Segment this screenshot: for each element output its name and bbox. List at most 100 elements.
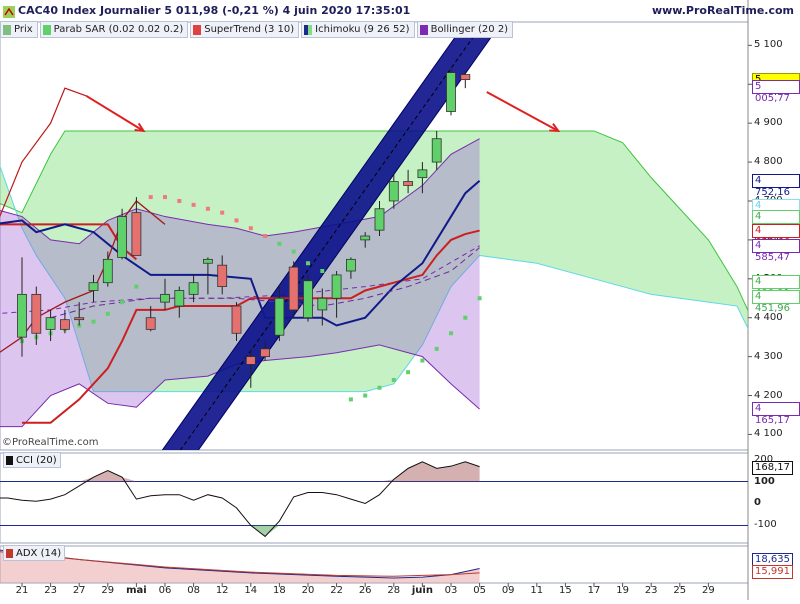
price-tick-label: 4 800 [754,156,783,168]
legend-item-supertrend[interactable]: SuperTrend (3 10) [190,21,300,38]
date-tick-label: 06 [158,585,172,596]
cci-panel-title[interactable]: CCI (20) [3,452,61,468]
cci-value-tag: 168,17 [752,460,793,475]
legend-swatch [3,24,11,35]
sar-dot [391,377,396,382]
candle-body [303,280,313,319]
candle-body [117,216,127,258]
sar-dot [320,269,325,274]
sar-dot [191,202,196,207]
date-tick-label: juin [411,585,433,596]
adx-panel-title[interactable]: ADX (14) [3,545,66,561]
legend-item-bollinger[interactable]: Bollinger (20 2) [416,21,514,38]
date-tick-label: 11 [530,585,544,596]
chart-canvas [0,0,752,600]
date-tick-label: 27 [72,585,86,596]
candle-body [202,258,213,264]
date-tick-label: 09 [501,585,515,596]
price-tag: 5 005,77 [752,79,800,104]
candle [288,261,299,318]
price-tick-label: 4 300 [754,350,783,362]
date-tick-label: mai [126,585,147,596]
legend-swatch [304,24,313,35]
sar-dot [420,358,425,363]
sar-dot [220,210,225,215]
candle-body [274,297,285,336]
legend-label: Parab SAR (0.02 0.02 0.2) [53,24,184,35]
sar-dot [134,284,139,289]
sar-dot [277,241,282,246]
candle-body [45,317,56,330]
date-tick-label: 12 [215,585,229,596]
price-tag: 4 752,16 [752,173,800,198]
sar-dot [291,249,296,254]
date-tick-label: 18 [273,585,286,596]
candle-body [231,305,242,334]
candle-body [17,293,27,338]
date-tick-label: 14 [244,585,258,596]
sar-dot [148,195,153,200]
indicator-legend: Prix Parab SAR (0.02 0.02 0.2) SuperTren… [0,21,514,38]
candle-body [446,72,456,112]
legend-item-parab-sar[interactable]: Parab SAR (0.02 0.02 0.2) [39,21,189,38]
legend-label: Bollinger (20 2) [430,24,509,35]
sar-dot [306,261,310,266]
candle-body [331,274,342,299]
date-tick-label: 22 [330,585,343,596]
cci-swatch [6,455,13,465]
sar-dot [234,218,239,223]
price-tag: 4 165,17 [752,402,800,426]
cci-tick-label: -100 [754,519,777,531]
date-tick-label: 15 [559,585,572,596]
candle-body [388,181,399,202]
price-tick-label: 4 100 [754,428,783,440]
date-tick-label: 29 [702,585,715,596]
legend-item-prix[interactable]: Prix [0,21,38,38]
instrument-badge-icon [3,6,15,18]
sar-dot [406,370,411,375]
cci-tick-label: 100 [754,475,775,487]
candle-body [360,235,371,241]
price-tick-label: 4 900 [754,117,783,129]
price-tag: 4 490,91 [752,275,800,299]
adx-value-tag: 15,991 [752,565,793,579]
price-axis[interactable]: 5 1005 0004 9004 8004 7004 6004 5004 400… [748,0,800,600]
date-tick-label: 05 [473,585,486,596]
candle-body [217,264,228,287]
date-tick-label: 29 [101,585,115,596]
sar-dot [177,198,182,203]
candle-body [345,258,356,272]
legend-label: Ichimoku (9 26 52) [315,24,410,35]
candle-body [317,297,328,311]
date-tick-label: 21 [15,585,29,596]
candle-body [31,293,42,334]
legend-swatch [193,24,202,35]
adx-title-label: ADX (14) [16,547,62,559]
candle [446,68,456,116]
date-tick-label: 19 [616,585,629,596]
date-tick-label: 28 [387,585,401,596]
price-tag: 4 451,96 [752,290,800,314]
legend-label: SuperTrend (3 10) [204,24,295,35]
sar-dot [163,195,167,200]
legend-item-ichimoku[interactable]: Ichimoku (9 26 52) [301,21,415,38]
candle-body [288,266,299,311]
sar-dot [463,315,468,320]
candle [303,274,313,322]
price-tick-label: 4 200 [754,389,783,401]
candle-body [260,348,271,358]
price-tick-label: 5 100 [754,39,783,51]
candle-body [245,356,256,365]
candle-body [74,317,85,321]
date-tick-label: 23 [644,585,658,596]
candle-body [174,290,185,307]
candle-body [431,138,442,163]
date-tick-label: 17 [587,585,601,596]
sar-dot [449,331,453,336]
date-tick-label: 25 [673,585,687,596]
candle-body [60,319,70,330]
candle [117,208,127,260]
sar-dot [477,296,482,301]
adx-swatch [6,548,13,558]
candle-body [417,169,428,179]
